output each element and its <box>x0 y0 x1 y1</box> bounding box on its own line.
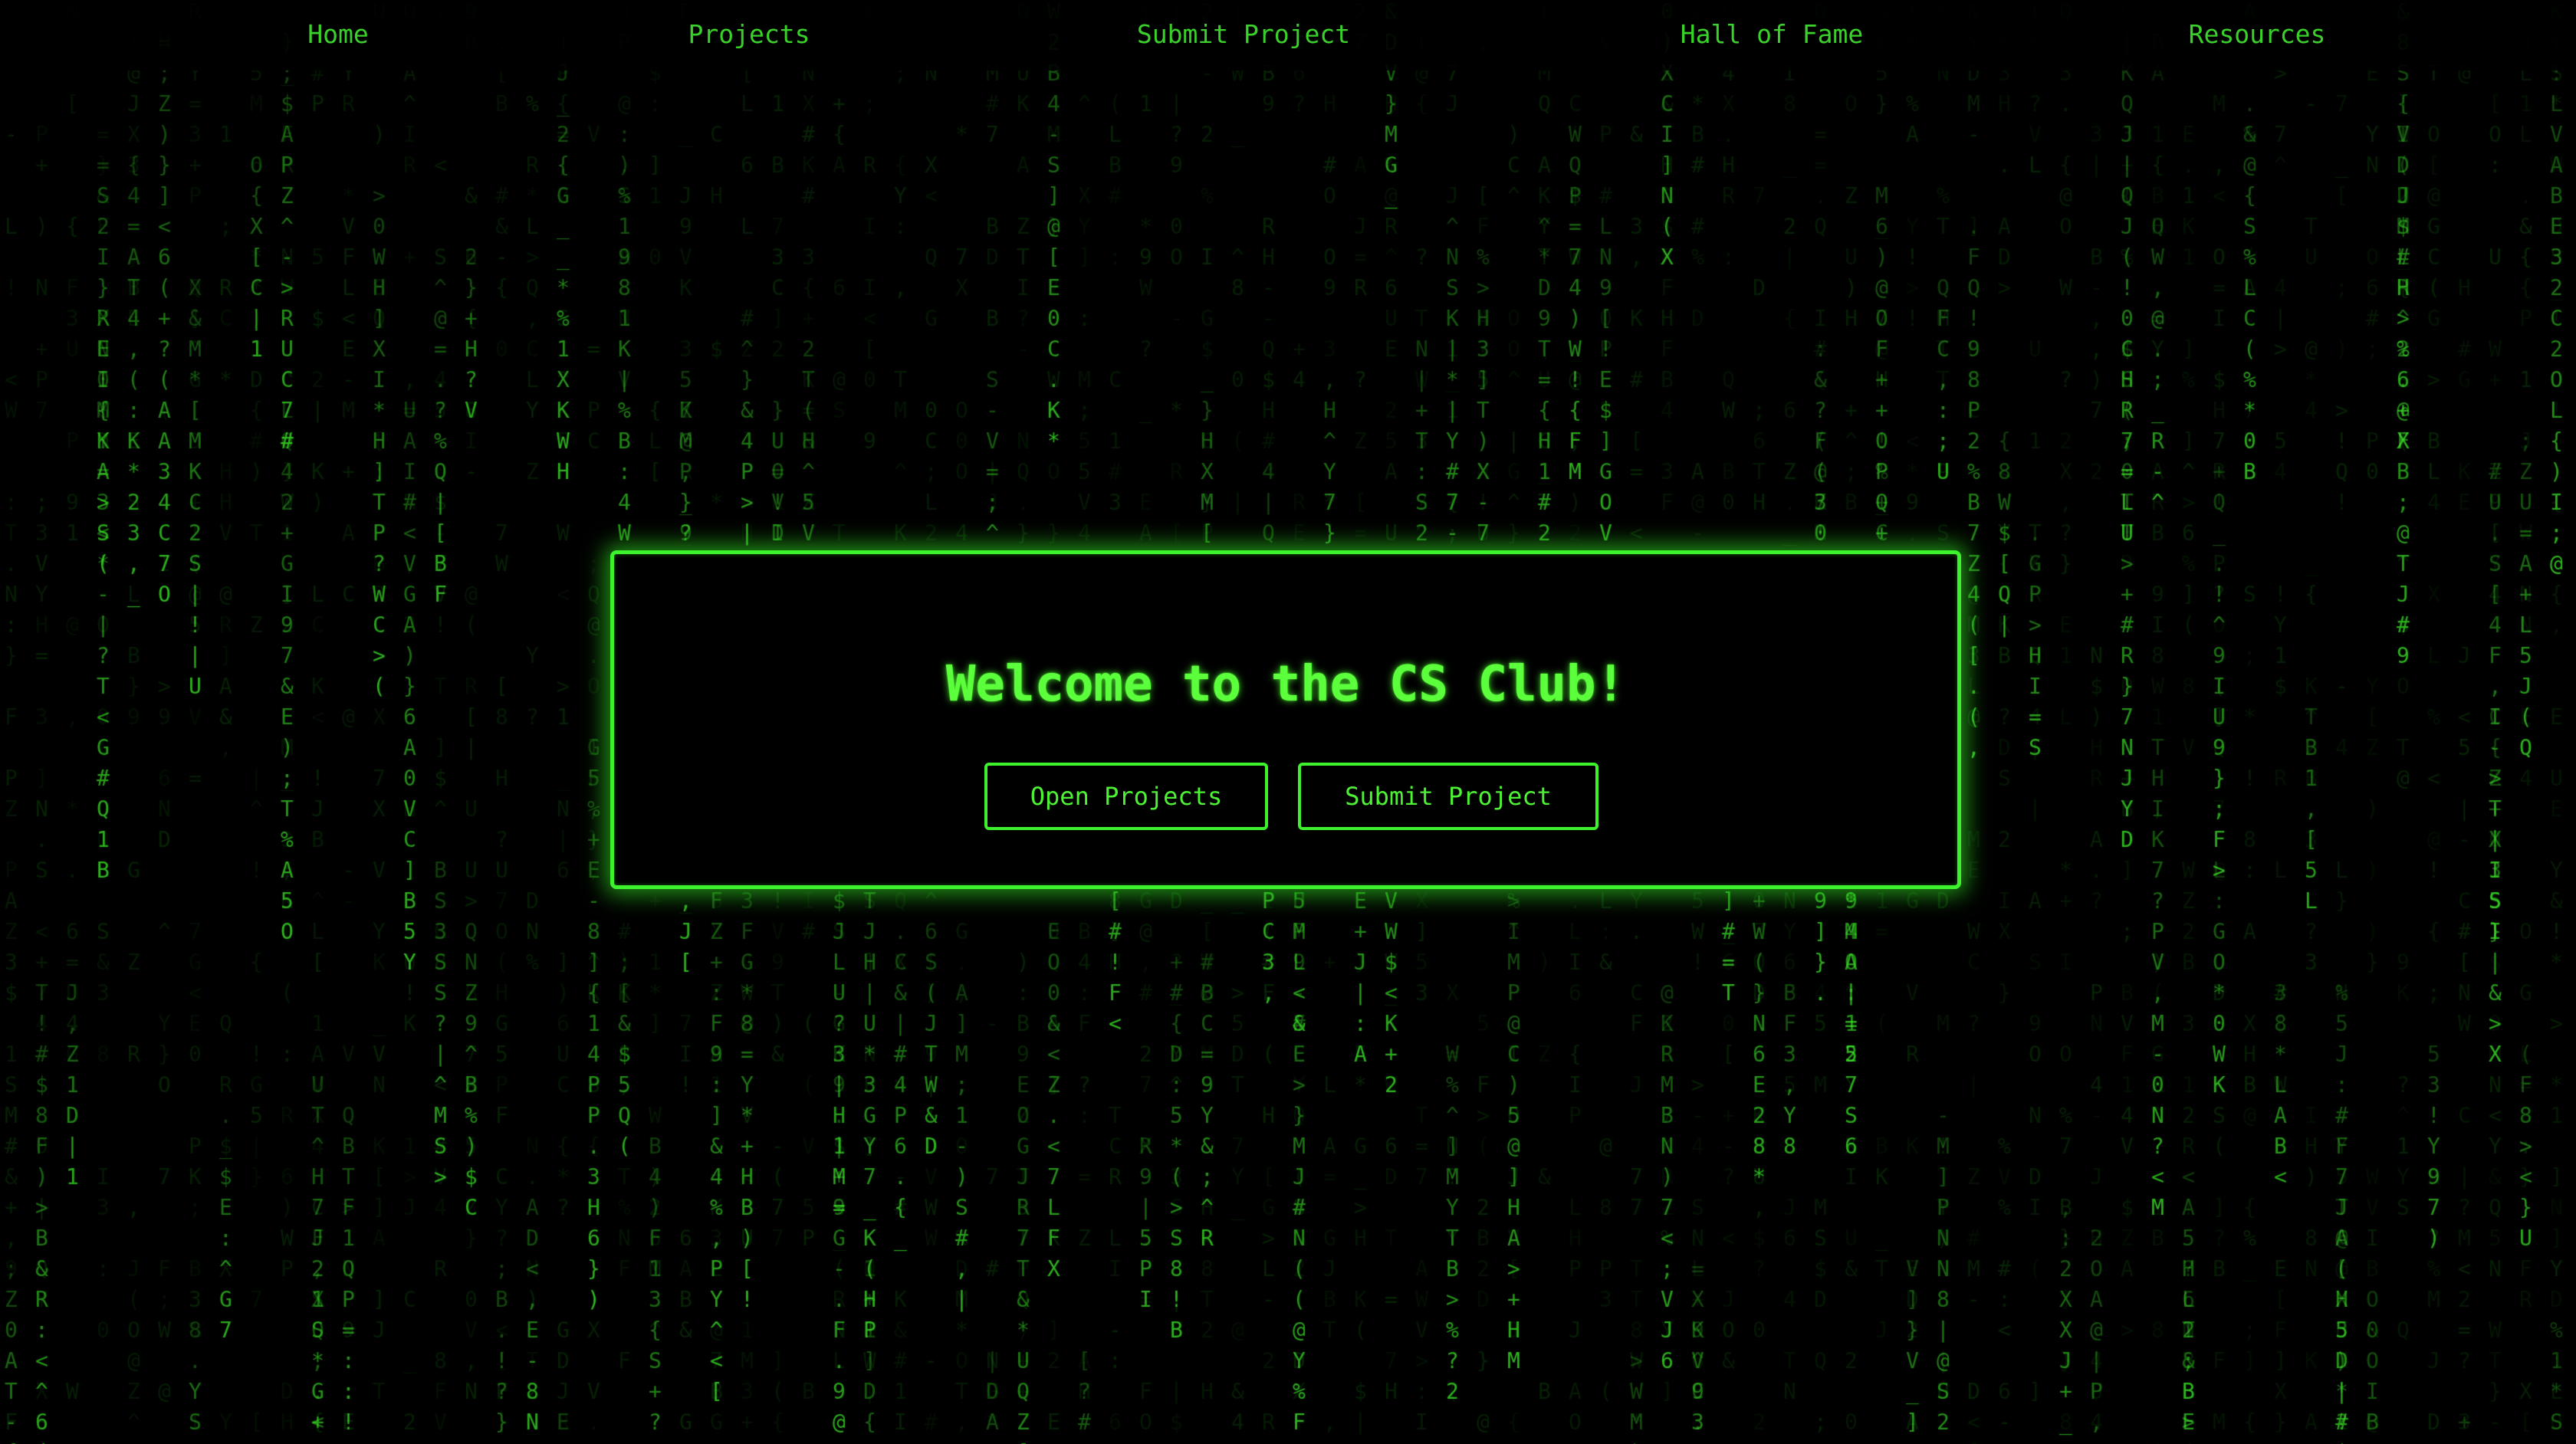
nav-link-projects[interactable]: Projects <box>688 17 810 52</box>
nav-link-resources[interactable]: Resources <box>2189 17 2326 52</box>
nav-link-hall-of-fame[interactable]: Hall of Fame <box>1681 17 1863 52</box>
welcome-title: Welcome to the CS Club! <box>945 656 1626 713</box>
nav-link-submit-project[interactable]: Submit Project <box>1137 17 1350 52</box>
submit-project-button[interactable]: Submit Project <box>1298 763 1598 830</box>
top-navigation: Home Projects Submit Project Hall of Fam… <box>0 0 2576 71</box>
nav-link-home[interactable]: Home <box>307 17 368 52</box>
welcome-panel: Welcome to the CS Club! Open Projects Su… <box>610 550 1961 889</box>
open-projects-button[interactable]: Open Projects <box>984 763 1268 830</box>
